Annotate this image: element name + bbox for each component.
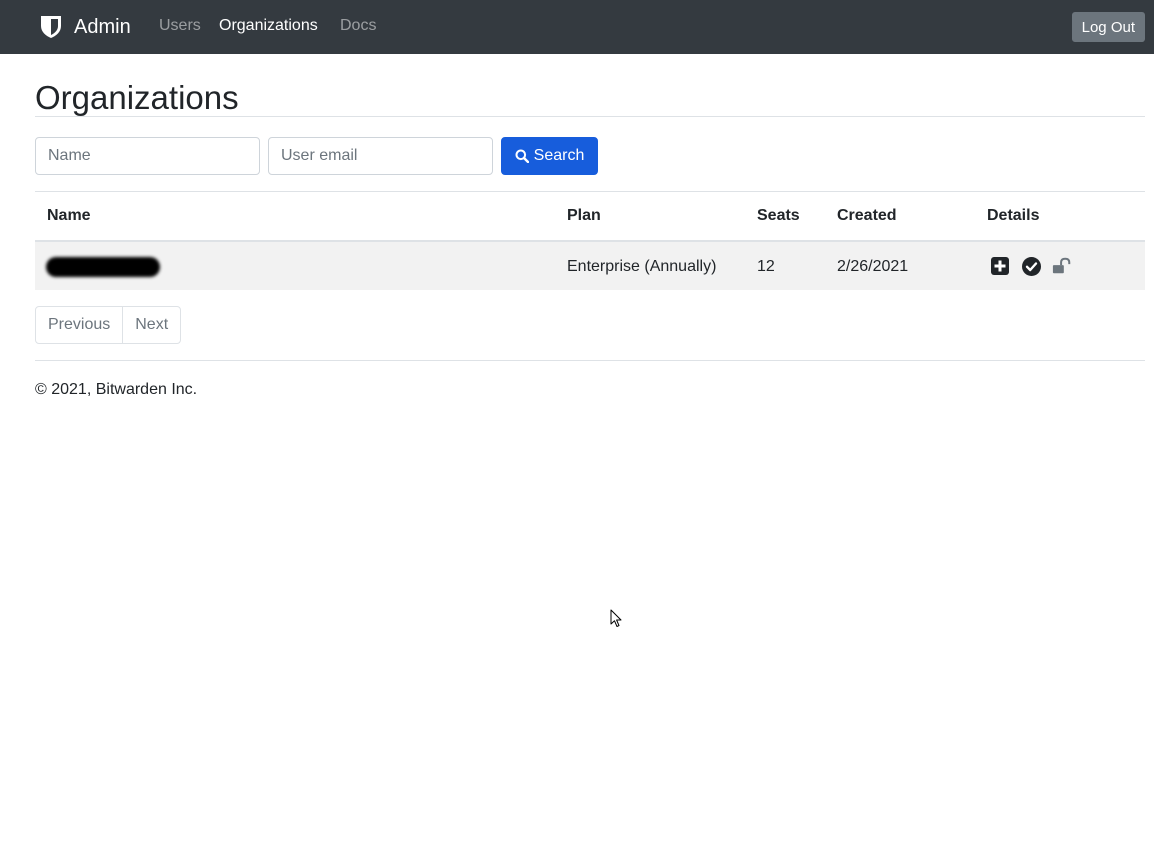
unlock-icon[interactable] bbox=[1052, 256, 1072, 276]
pagination: Previous Next bbox=[35, 306, 182, 344]
nav-link-users[interactable]: Users bbox=[159, 16, 201, 36]
next-page-button[interactable]: Next bbox=[122, 307, 180, 343]
search-button[interactable]: Search bbox=[501, 137, 598, 175]
brand-label: Admin bbox=[74, 15, 131, 38]
plus-square-icon[interactable] bbox=[990, 256, 1010, 276]
top-navbar: Admin Users Organizations Docs Log Out bbox=[0, 0, 1154, 54]
column-header-seats[interactable]: Seats bbox=[757, 206, 800, 226]
mouse-cursor-icon bbox=[610, 609, 622, 627]
nav-link-docs[interactable]: Docs bbox=[340, 16, 376, 36]
column-header-name[interactable]: Name bbox=[47, 206, 91, 226]
column-header-details: Details bbox=[987, 207, 1040, 224]
log-out-button[interactable]: Log Out bbox=[1071, 12, 1145, 42]
previous-page-button[interactable]: Previous bbox=[36, 307, 122, 343]
nav-link-organizations[interactable]: Organizations bbox=[219, 16, 318, 36]
bitwarden-shield-icon bbox=[41, 16, 61, 38]
column-header-created[interactable]: Created bbox=[837, 206, 897, 226]
table-top-border bbox=[35, 191, 1145, 192]
brand-link[interactable]: Admin bbox=[40, 13, 131, 41]
table-row: Enterprise (Annually) 12 2/26/2021 bbox=[35, 242, 1145, 290]
column-header-plan[interactable]: Plan bbox=[567, 206, 601, 226]
seats-cell: 12 bbox=[757, 258, 775, 275]
user-email-search-input[interactable] bbox=[268, 137, 493, 175]
created-cell: 2/26/2021 bbox=[837, 258, 909, 275]
check-circle-icon[interactable] bbox=[1021, 256, 1041, 276]
search-icon bbox=[515, 149, 529, 163]
page-title: Organizations bbox=[35, 79, 239, 116]
organization-name-link[interactable] bbox=[46, 257, 160, 277]
plan-cell: Enterprise (Annually) bbox=[567, 258, 717, 275]
name-search-input[interactable] bbox=[35, 137, 260, 175]
search-button-label: Search bbox=[533, 147, 585, 164]
footer-divider bbox=[35, 360, 1145, 361]
footer-copyright: © 2021, Bitwarden Inc. bbox=[35, 381, 198, 398]
title-divider bbox=[35, 116, 1145, 117]
